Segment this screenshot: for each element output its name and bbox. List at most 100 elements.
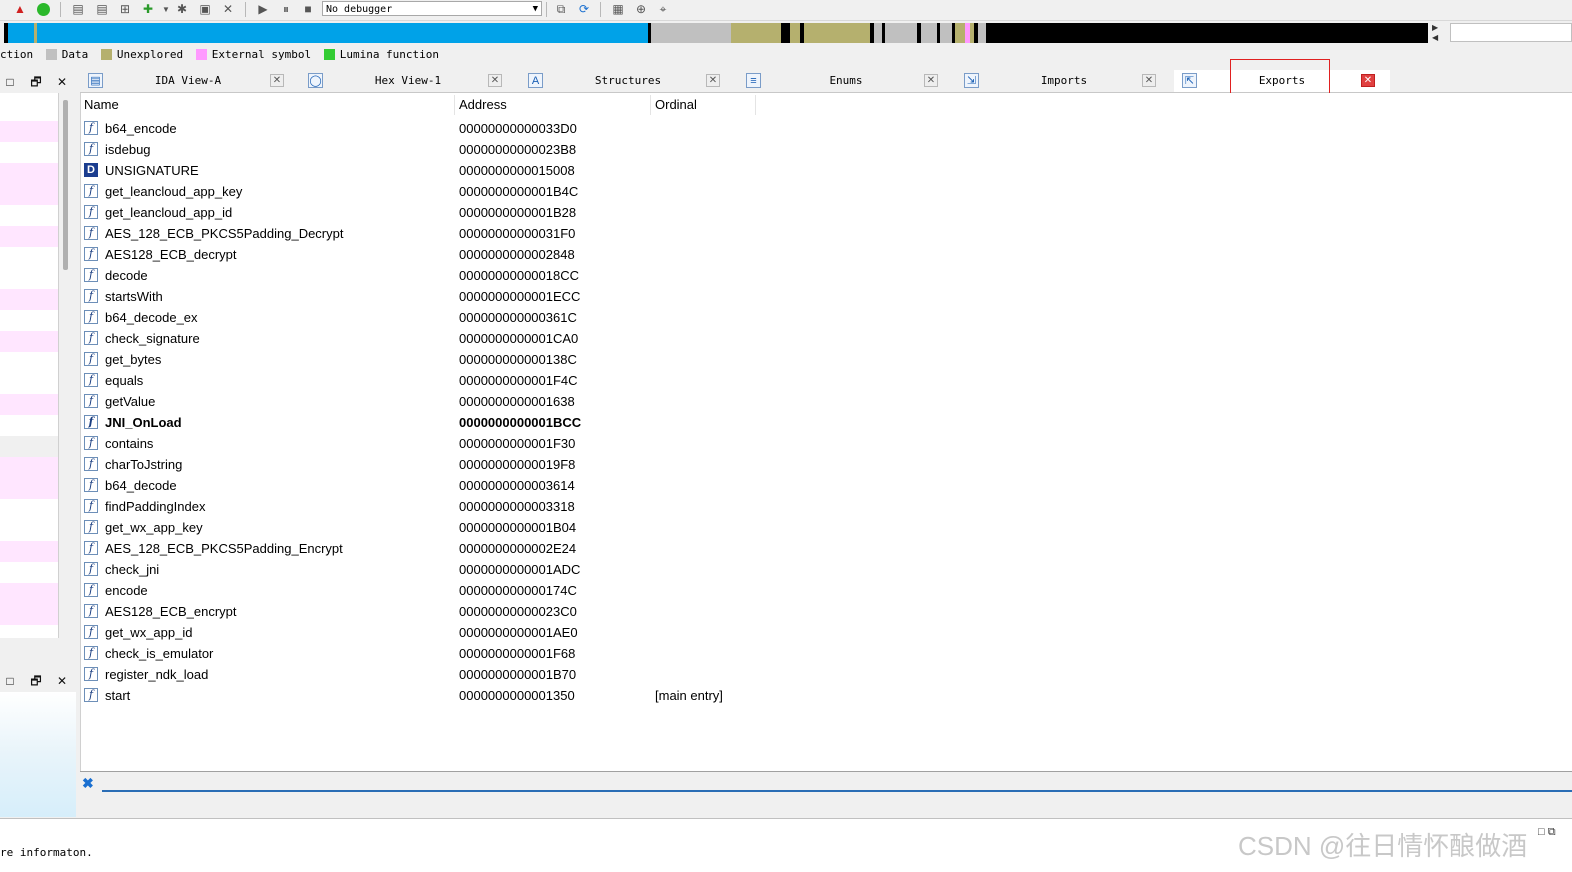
table-row[interactable]: f charToJstring 00000000000019F8	[80, 454, 760, 475]
close-icon[interactable]: ✕	[924, 74, 938, 87]
navigation-band[interactable]	[4, 23, 1428, 43]
column-header-name[interactable]: Name	[80, 95, 455, 115]
plus-green-icon[interactable]: ✚	[140, 1, 156, 17]
export-name: AES128_ECB_encrypt	[105, 604, 237, 619]
output-window[interactable]	[80, 793, 1572, 817]
export-address: 00000000000033D0	[459, 121, 577, 136]
table-row[interactable]: f start 0000000000001350 [main entry]	[80, 685, 760, 706]
debug2-icon[interactable]: ⟳	[576, 1, 592, 17]
maximize-icon[interactable]: □	[2, 72, 18, 92]
close-icon[interactable]: ✕	[488, 74, 502, 87]
close-icon[interactable]: ✕	[1142, 74, 1156, 87]
export-name: get_leancloud_app_id	[105, 205, 233, 220]
column-header-ordinal[interactable]: Ordinal	[651, 95, 756, 115]
dropdown-icon[interactable]: ▼	[158, 1, 174, 17]
tab-enums[interactable]: ≡ Enums ✕	[738, 70, 954, 92]
segment-icon[interactable]: ▤	[70, 1, 86, 17]
close-x-icon[interactable]: ✕	[220, 1, 236, 17]
functions-list[interactable]	[0, 93, 59, 638]
warning-icon[interactable]: ▲	[12, 1, 28, 17]
export-name: AES128_ECB_decrypt	[105, 247, 237, 262]
restore-icon[interactable]: 🗗	[28, 671, 44, 691]
table-row[interactable]: D UNSIGNATURE 0000000000015008	[80, 160, 760, 181]
export-address: 00000000000018CC	[459, 268, 579, 283]
pause-icon[interactable]: ⏸	[278, 1, 294, 17]
function-icon: f	[84, 604, 98, 618]
export-name: AES_128_ECB_PKCS5Padding_Decrypt	[105, 226, 344, 241]
close-icon[interactable]: ✕	[54, 671, 70, 691]
status-text: re informaton.	[0, 846, 93, 859]
table-row[interactable]: f AES128_ECB_decrypt 0000000000002848	[80, 244, 760, 265]
graph-overview[interactable]	[0, 692, 76, 817]
legend-item-data: Data	[61, 48, 89, 61]
table-row[interactable]: f b64_decode_ex 000000000000361C	[80, 307, 760, 328]
table-row[interactable]: f contains 0000000000001F30	[80, 433, 760, 454]
table-row[interactable]: f get_wx_app_key 0000000000001B04	[80, 517, 760, 538]
table-row[interactable]: f get_leancloud_app_id 0000000000001B28	[80, 202, 760, 223]
table-row[interactable]: f isdebug 00000000000023B8	[80, 139, 760, 160]
navband-input[interactable]	[1450, 23, 1572, 42]
table-row[interactable]: f decode 00000000000018CC	[80, 265, 760, 286]
legend-swatch-unexplored	[100, 48, 112, 60]
export-name: get_leancloud_app_key	[105, 184, 243, 199]
tab-imports[interactable]: ⇲ Imports ✕	[956, 70, 1172, 92]
table-row[interactable]: f b64_encode 00000000000033D0	[80, 118, 760, 139]
table-row[interactable]: f AES_128_ECB_PKCS5Padding_Encrypt 0000000…	[80, 538, 760, 559]
export-name: start	[105, 688, 131, 703]
tab-label: Hex View-1	[374, 74, 442, 87]
settings-icon[interactable]: ✱	[174, 1, 190, 17]
close-icon[interactable]: ✕	[706, 74, 720, 87]
table-row[interactable]: f b64_decode 0000000000003614	[80, 475, 760, 496]
output-tab-line	[102, 790, 1572, 792]
tab-ida-view-a[interactable]: ▤ IDA View-A ✕	[80, 70, 296, 92]
functions-scroll-thumb[interactable]	[63, 100, 68, 270]
table-row[interactable]: f get_wx_app_id 0000000000001AE0	[80, 622, 760, 643]
table-row[interactable]: f get_bytes 000000000000138C	[80, 349, 760, 370]
debugger-select[interactable]: No debugger ▼	[322, 1, 542, 16]
export-name: charToJstring	[105, 457, 183, 472]
table-row[interactable]: f encode 000000000000174C	[80, 580, 760, 601]
table-row[interactable]: f check_is_emulator 0000000000001F68	[80, 643, 760, 664]
segment2-icon[interactable]: ▤	[94, 1, 110, 17]
function-icon: f	[84, 310, 98, 324]
table-row[interactable]: f get_leancloud_app_key 0000000000001B4C	[80, 181, 760, 202]
navband-scroll-icon[interactable]: ▶ ◀	[1432, 23, 1444, 43]
export-address: 000000000000361C	[459, 310, 577, 325]
table-row[interactable]: f AES_128_ECB_PKCS5Padding_Decrypt 0000000…	[80, 223, 760, 244]
restore-icon[interactable]: □ ⧉	[1538, 826, 1556, 839]
table-row[interactable]: f startsWith 0000000000001ECC	[80, 286, 760, 307]
maximize-icon[interactable]: □	[2, 671, 18, 691]
export-name: b64_decode_ex	[105, 310, 198, 325]
close-icon[interactable]: ✕	[1361, 74, 1375, 87]
table-row[interactable]: f check_jni 0000000000001ADC	[80, 559, 760, 580]
patch-icon[interactable]: ⊕	[633, 1, 649, 17]
run-icon[interactable]	[35, 1, 51, 17]
table-row[interactable]: f getValue 0000000000001638	[80, 391, 760, 412]
table-row[interactable]: f equals 0000000000001F4C	[80, 370, 760, 391]
tab-structures[interactable]: A Structures ✕	[520, 70, 736, 92]
close-icon[interactable]: ✖	[82, 776, 96, 790]
debug1-icon[interactable]: ⧉	[553, 1, 569, 17]
table-row[interactable]: f register_ndk_load 0000000000001B70	[80, 664, 760, 685]
tab-hex-view-1[interactable]: ◯ Hex View-1 ✕	[300, 70, 516, 92]
script-icon[interactable]: ▦	[610, 1, 626, 17]
close-icon[interactable]: ✕	[54, 72, 70, 92]
restore-icon[interactable]: 🗗	[28, 72, 44, 92]
table-row[interactable]: f JNI_OnLoad 0000000000001BCC	[80, 412, 760, 433]
play-icon[interactable]: ▶	[255, 1, 271, 17]
legend-swatch-lumina	[323, 48, 335, 60]
function-icon: f	[84, 142, 98, 156]
close-icon[interactable]: ✕	[270, 74, 284, 87]
table-row[interactable]: f findPaddingIndex 0000000000003318	[80, 496, 760, 517]
image-icon[interactable]: ▣	[197, 1, 213, 17]
table-row[interactable]: f check_signature 0000000000001CA0	[80, 328, 760, 349]
graph-overview-header: □ 🗗 ✕	[0, 671, 75, 691]
stop-icon[interactable]: ■	[300, 1, 316, 17]
cursor-icon[interactable]: ⌖	[655, 1, 671, 17]
export-name: UNSIGNATURE	[105, 163, 199, 178]
export-name: equals	[105, 373, 144, 388]
add-icon[interactable]: ⊞	[117, 1, 133, 17]
column-header-address[interactable]: Address	[455, 95, 651, 115]
table-row[interactable]: f AES128_ECB_encrypt 00000000000023C0	[80, 601, 760, 622]
export-address: 0000000000001ECC	[459, 289, 581, 304]
